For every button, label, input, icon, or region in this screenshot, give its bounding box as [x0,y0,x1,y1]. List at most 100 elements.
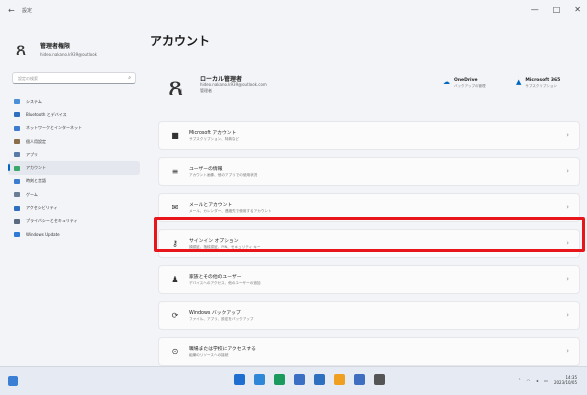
page-title: アカウント [150,34,211,48]
settings-row[interactable]: ✉ メールとアカウント メール、カレンダー、連絡先で使用するアカウント › [158,193,580,222]
sidebar-item-icon [14,99,20,105]
sidebar-item-label: アカウント [26,165,46,171]
chevron-right-icon: › [566,347,569,355]
date: 2023/10/05 [553,380,577,385]
settings-row[interactable]: ⚷ サインイン オプション 顔認証、指紋認証、PIN、セキュリティ キー › [158,229,580,258]
sidebar-item-label: Windows Update [26,232,60,238]
settings-row-icon: ≡ [171,167,179,176]
clock[interactable]: 14:35 2023/10/05 [554,375,577,385]
sidebar-item-label: ネットワークとインターネット [26,125,82,131]
sidebar-item[interactable]: ゲーム [8,188,140,201]
settings-row-title: Windows バックアップ [189,311,241,316]
title-bar: ← 設定 — □ ✕ [0,0,587,26]
back-button[interactable]: ← [8,6,15,15]
settings-row-subtitle: 組織のリソースへの接続 [189,353,229,357]
settings-row-title: メールとアカウント [189,203,233,208]
settings-row-subtitle: サブスクリプション、特典など [189,137,240,141]
taskbar-app-icon[interactable] [274,374,285,385]
settings-row-icon: ■ [171,131,179,140]
settings-row-subtitle: メール、カレンダー、連絡先で使用するアカウント [189,209,272,213]
sidebar-item-icon [14,152,20,158]
settings-row[interactable]: ≡ ユーザーの情報 アカウント画像、他のアプリでの使用状況 › [158,157,580,186]
sidebar-item[interactable]: Bluetooth とデバイス [8,108,140,121]
settings-row-icon: ⟳ [171,311,179,320]
sidebar-item-icon [14,178,20,184]
service-subtitle: サブスクリプション [525,84,557,88]
settings-row[interactable]: ■ Microsoft アカウント サブスクリプション、特典など › [158,121,580,150]
account-details: hideo.nakano.k939@outlook.com 管理者 [200,82,267,94]
sidebar-item-icon [14,125,20,131]
settings-row[interactable]: ⟳ Windows バックアップ ファイル、アプリ、設定をバックアップ › [158,301,580,330]
settings-row-title: 家族とその他のユーザー [189,275,242,280]
wifi-icon[interactable]: ◠ [527,378,531,383]
sidebar-item[interactable]: システム [8,95,140,108]
sidebar-item-icon [14,218,20,224]
sidebar: ጸ 管理者権限 hideo.nakano.k939@outlook 設定の検索 … [0,26,150,366]
account-type: 管理者 [200,88,212,93]
widgets-icon[interactable] [8,376,18,386]
taskbar-app-icon[interactable] [234,374,245,385]
onedrive-service[interactable]: ☁ OneDrive バックアップの管理 [443,78,486,89]
chevron-up-icon[interactable]: ˄ [519,378,521,383]
settings-row-icon: ♟ [171,275,179,284]
cloud-icon: ☁ [443,78,450,86]
search-placeholder: 設定の検索 [18,76,38,81]
sidebar-item-label: Bluetooth とデバイス [26,111,67,117]
sidebar-item[interactable]: アカウント [8,161,140,175]
taskbar-app-icon[interactable] [374,374,385,385]
settings-row-subtitle: ファイル、アプリ、設定をバックアップ [189,317,254,321]
sidebar-item-label: 個人用設定 [26,138,46,144]
settings-row[interactable]: ⊙ 職場または学校にアクセスする 組織のリソースへの接続 › [158,337,580,366]
chevron-right-icon: › [566,131,569,139]
settings-list: ■ Microsoft アカウント サブスクリプション、特典など › ≡ ユーザーの情報ア… [158,121,580,373]
sidebar-item[interactable]: プライバシーとセキュリティ [8,215,140,228]
maximize-button[interactable]: □ [553,5,561,14]
taskbar-app-icon[interactable] [314,374,325,385]
window-controls: — □ ✕ [531,5,581,14]
taskbar-app-icon[interactable] [294,374,305,385]
settings-row-title: 職場または学校にアクセスする [189,347,256,352]
sidebar-profile[interactable]: ጸ 管理者権限 hideo.nakano.k939@outlook [10,38,97,60]
chevron-right-icon: › [566,239,569,247]
sidebar-item-label: ゲーム [26,191,38,197]
taskbar-app-icon[interactable] [334,374,345,385]
taskbar-apps [234,374,385,385]
sidebar-item-label: アプリ [26,151,38,157]
sidebar-item-label: システム [26,98,42,104]
close-button[interactable]: ✕ [574,5,581,14]
sidebar-item-label: アクセシビリティ [26,205,58,211]
taskbar: ˄ ◠ ◂ ▭ 14:35 2023/10/05 [0,366,587,395]
account-header: ጸ ローカル管理者 hideo.nakano.k939@outlook.com … [158,66,578,106]
user-avatar-icon: ጸ [15,38,27,60]
app-title: 設定 [22,8,33,14]
settings-row-icon: ✉ [171,203,179,212]
microsoft365-service[interactable]: ▲ Microsoft 365 サブスクリプション [516,78,560,89]
sidebar-item[interactable]: 個人用設定 [8,135,140,148]
settings-row[interactable]: ♟ 家族とその他のユーザー デバイスへのアクセス、他のユーザーの追加 › [158,265,580,294]
battery-icon[interactable]: ▭ [544,378,548,383]
sidebar-item[interactable]: アプリ [8,148,140,161]
minimize-button[interactable]: — [531,5,539,14]
profile-email: hideo.nakano.k939@outlook [40,52,97,57]
settings-window: ← 設定 — □ ✕ ጸ 管理者権限 hideo.nakano.k939@out… [0,0,587,366]
settings-row-title: ユーザーの情報 [189,167,223,172]
settings-row-subtitle: アカウント画像、他のアプリでの使用状況 [189,173,258,177]
main-content: アカウント ጸ ローカル管理者 hideo.nakano.k939@outloo… [150,26,587,366]
sidebar-nav: システム Bluetooth とデバイスネットワークとインターネット 個人用設定アプ… [8,95,140,241]
sidebar-item[interactable]: アクセシビリティ [8,201,140,214]
settings-row-title: サインイン オプション [189,239,239,244]
service-title: OneDrive [454,78,478,83]
settings-row-title: Microsoft アカウント [189,131,237,136]
volume-icon[interactable]: ◂ [536,378,538,383]
sidebar-item-icon [14,165,20,171]
sidebar-item-icon [14,192,20,198]
taskbar-app-icon[interactable] [354,374,365,385]
sidebar-item[interactable]: ネットワークとインターネット [8,122,140,135]
profile-name: 管理者権限 [40,43,71,50]
account-avatar-icon: ጸ [168,72,184,102]
settings-row-subtitle: 顔認証、指紋認証、PIN、セキュリティ キー [189,245,261,249]
taskbar-app-icon[interactable] [254,374,265,385]
sidebar-item[interactable]: 時刻と言語 [8,175,140,188]
sidebar-item[interactable]: Windows Update [8,228,140,241]
search-input[interactable]: 設定の検索 ⌕ [12,72,136,84]
